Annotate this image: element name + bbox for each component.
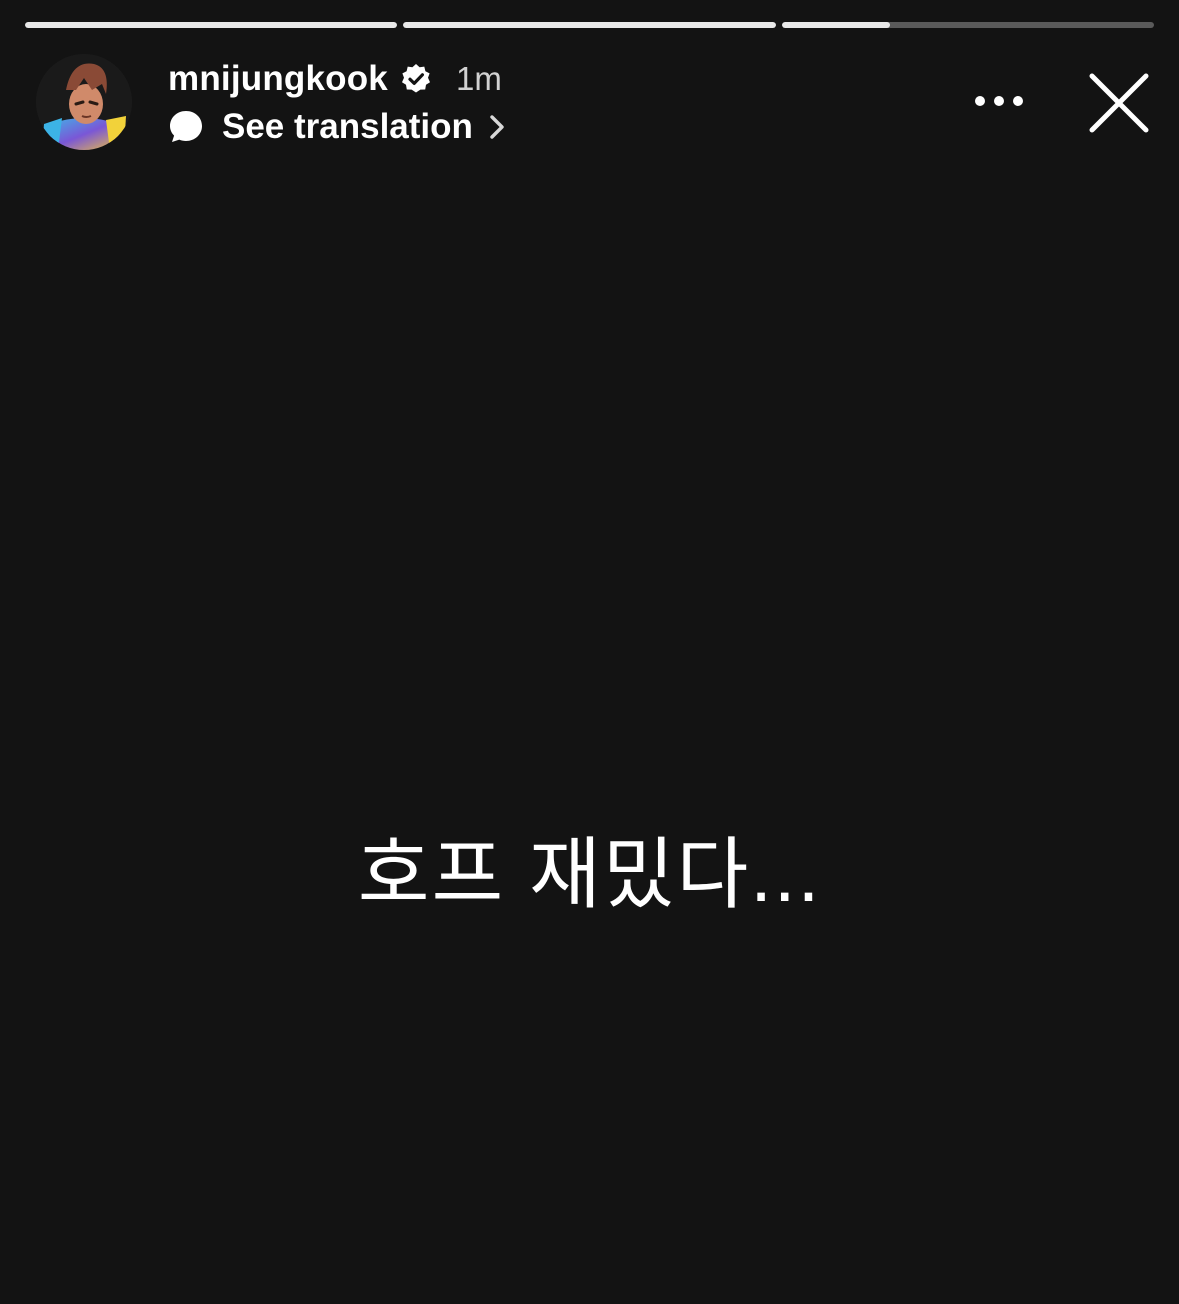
more-horizontal-icon: [975, 96, 1023, 106]
avatar-image: [36, 54, 132, 150]
username[interactable]: mnijungkook: [168, 59, 388, 99]
avatar[interactable]: [36, 54, 132, 150]
see-translation-button[interactable]: See translation: [168, 106, 507, 148]
chevron-right-icon: [487, 112, 507, 142]
progress-fill: [403, 22, 776, 28]
progress-segment: [25, 22, 398, 28]
story-text: 호프 재밌다...: [357, 830, 822, 918]
see-translation-label: See translation: [222, 107, 473, 146]
close-button[interactable]: [1084, 68, 1154, 138]
progress-segment: [781, 22, 1154, 28]
progress-fill: [25, 22, 398, 28]
progress-segment: [403, 22, 776, 28]
progress-fill: [781, 22, 890, 28]
story-viewer[interactable]: mnijungkook 1m See translation 호프 재밌다...: [0, 0, 1179, 1304]
close-icon: [1089, 73, 1149, 133]
speech-bubble-icon: [168, 109, 204, 145]
header-user-info: mnijungkook 1m: [168, 58, 502, 100]
more-options-button[interactable]: [970, 86, 1028, 116]
story-progress-bar: [25, 22, 1154, 28]
verified-badge-icon: [400, 63, 432, 95]
post-time: 1m: [455, 60, 502, 97]
